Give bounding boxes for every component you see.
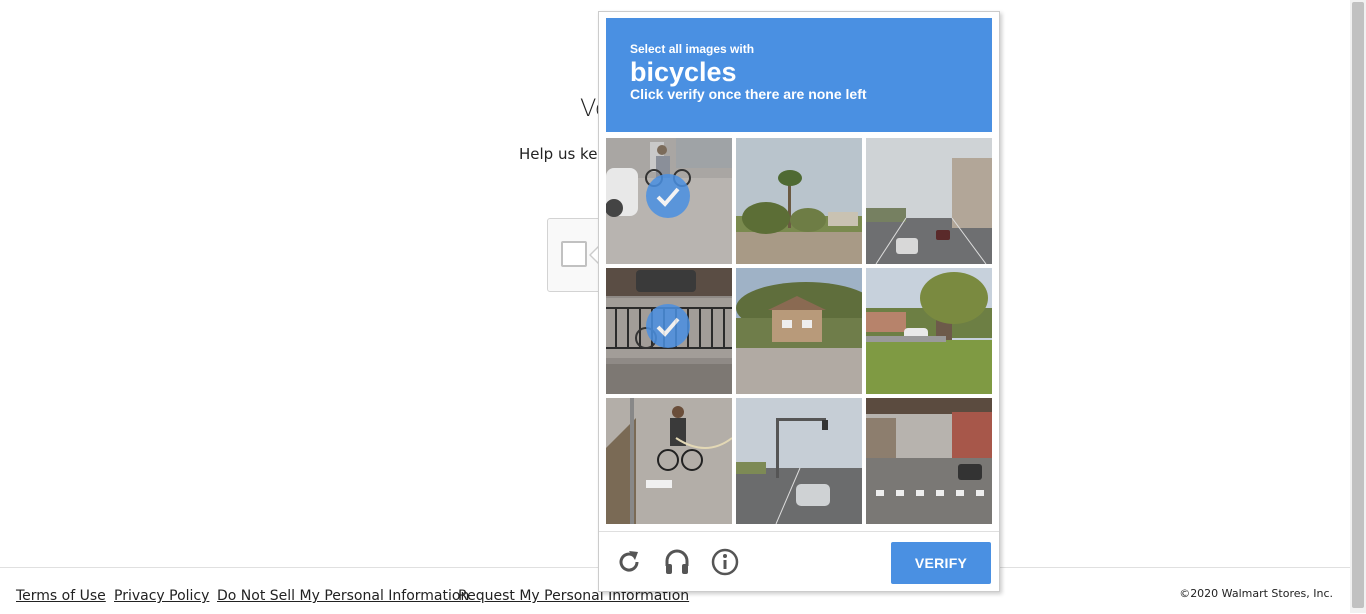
verify-button[interactable]: VERIFY — [891, 542, 991, 584]
tile-image — [866, 268, 992, 394]
copyright: ©2020 Walmart Stores, Inc. — [1179, 587, 1333, 600]
footer-link-privacy[interactable]: Privacy Policy — [114, 588, 209, 604]
image-tile-5[interactable] — [736, 268, 862, 394]
page-subtitle: Help us kee — [519, 145, 607, 163]
instruction-line: Select all images with — [630, 42, 755, 56]
selected-check-icon — [646, 304, 690, 348]
tile-image — [736, 268, 862, 394]
tile-image — [866, 398, 992, 524]
image-tile-4[interactable] — [606, 268, 732, 394]
image-tile-8[interactable] — [736, 398, 862, 524]
audio-headphones-icon[interactable] — [663, 548, 691, 576]
target-object: bicycles — [630, 57, 737, 87]
image-tile-1[interactable] — [606, 138, 732, 264]
captcha-challenge: Select all images with bicycles Click ve… — [598, 11, 1000, 592]
reload-icon[interactable] — [615, 548, 643, 576]
image-tile-7[interactable] — [606, 398, 732, 524]
image-grid — [606, 138, 992, 524]
footer-link-do-not-sell[interactable]: Do Not Sell My Personal Information — [217, 588, 469, 604]
selected-check-icon — [646, 174, 690, 218]
challenge-controls: VERIFY — [599, 531, 999, 592]
challenge-banner: Select all images with bicycles Click ve… — [606, 18, 992, 132]
captcha-checkbox[interactable] — [561, 241, 587, 267]
image-tile-3[interactable] — [866, 138, 992, 264]
tile-image — [606, 398, 732, 524]
scrollbar[interactable] — [1350, 0, 1366, 613]
tile-image — [866, 138, 992, 264]
image-tile-9[interactable] — [866, 398, 992, 524]
instruction-hint: Click verify once there are none left — [630, 86, 867, 102]
image-tile-6[interactable] — [866, 268, 992, 394]
scrollbar-thumb[interactable] — [1352, 2, 1364, 608]
footer-link-terms[interactable]: Terms of Use — [16, 588, 106, 604]
info-icon[interactable] — [711, 548, 739, 576]
image-tile-2[interactable] — [736, 138, 862, 264]
tile-image — [736, 398, 862, 524]
tile-image — [736, 138, 862, 264]
